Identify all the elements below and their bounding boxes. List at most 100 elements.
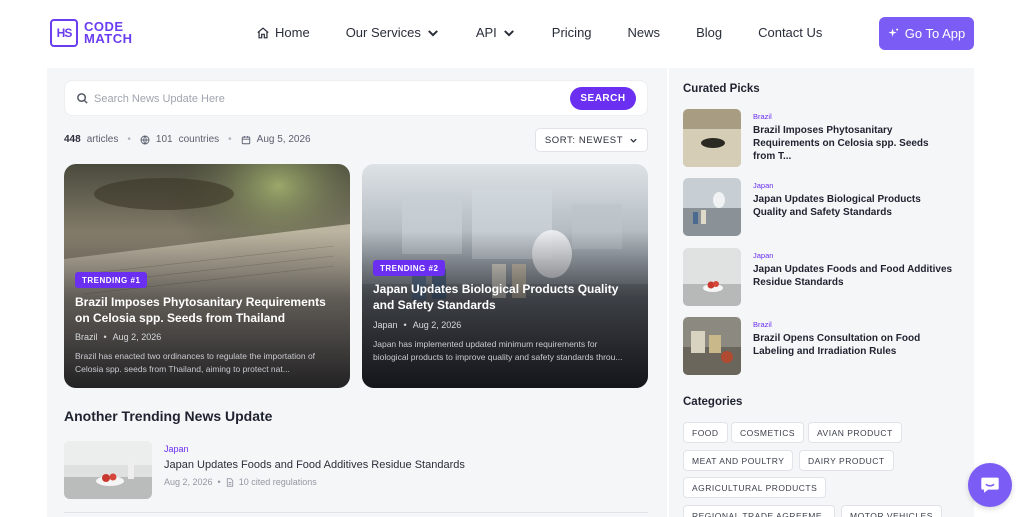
go-to-app-button[interactable]: Go To App <box>879 17 974 50</box>
curated-picks-title: Curated Picks <box>683 83 760 95</box>
pick-title: Japan Updates Foods and Food Additives R… <box>753 264 953 288</box>
kitchen-food-image <box>683 248 741 306</box>
chevron-down-icon <box>630 138 637 143</box>
nav-contact[interactable]: Contact Us <box>758 25 822 40</box>
logo[interactable]: HS CODE MATCH <box>50 19 132 47</box>
chat-button[interactable] <box>968 463 1012 507</box>
articles-label: articles <box>86 134 119 145</box>
category-chip[interactable]: DAIRY PRODUCT <box>799 450 894 471</box>
card-date: Aug 2, 2026 <box>412 320 462 330</box>
nav-contact-label: Contact Us <box>758 25 823 40</box>
logo-mark: HS <box>50 19 78 47</box>
trending-badge: TRENDING #1 <box>75 272 148 288</box>
pick-title: Brazil Imposes Phytosanitary Requirement… <box>753 125 929 162</box>
pick-title: Brazil Opens Consultation on Food Labeli… <box>753 333 921 357</box>
pick-country: Japan <box>753 251 774 260</box>
logo-text: CODE MATCH <box>84 20 133 46</box>
laboratory-image <box>683 178 741 236</box>
list-item-cited: 10 cited regulations <box>238 477 317 487</box>
stats-date: Aug 5, 2026 <box>256 134 311 145</box>
curated-pick[interactable]: Brazil Brazil Opens Consultation on Food… <box>683 317 963 375</box>
list-item-title[interactable]: Japan Updates Foods and Food Additives R… <box>164 459 465 471</box>
card-country: Japan <box>373 320 398 330</box>
globe-icon <box>140 135 150 144</box>
main-nav: Home Our Services API Pricing News Blog … <box>256 25 858 40</box>
nav-services[interactable]: Our Services <box>346 25 440 40</box>
food-labeling-image <box>683 317 741 375</box>
separator-dot: • <box>228 134 232 145</box>
sort-label: SORT: NEWEST <box>544 134 624 146</box>
countries-count: 101 <box>155 134 173 145</box>
home-icon <box>257 26 269 38</box>
pick-country: Brazil <box>753 112 772 121</box>
card-date: Aug 2, 2026 <box>112 332 162 342</box>
nav-blog-label: Blog <box>696 25 723 40</box>
list-item-date: Aug 2, 2026 <box>164 477 213 487</box>
category-chip[interactable]: REGIONAL TRADE AGREEME... <box>683 505 835 517</box>
search-button[interactable]: SEARCH <box>570 87 636 110</box>
sparkle-icon <box>888 28 898 37</box>
nav-api-label: API <box>475 25 497 40</box>
nav-home[interactable]: Home <box>256 25 310 40</box>
sidebar-panel: Curated Picks Brazil Brazil Imposes Phyt… <box>669 68 974 517</box>
logo-line-2: MATCH <box>84 31 133 46</box>
trending-card-title: Brazil Imposes Phytosanitary Requirement… <box>75 295 326 325</box>
nav-blog[interactable]: Blog <box>696 25 722 40</box>
nav-api[interactable]: API <box>476 25 516 40</box>
list-item-thumbnail[interactable] <box>64 441 152 499</box>
list-item-country: Japan <box>164 444 189 454</box>
search-icon <box>77 93 88 104</box>
countries-label: countries <box>178 134 220 145</box>
trending-card-1[interactable]: TRENDING #1 Brazil Imposes Phytosanitary… <box>64 164 350 388</box>
list-item-meta: Aug 2, 2026 • 10 cited regulations <box>164 477 317 487</box>
pick-country: Japan <box>753 181 774 190</box>
search-bar: SEARCH <box>64 80 648 116</box>
site-header: HS CODE MATCH Home Our Services API Pric… <box>0 0 1024 68</box>
list-divider <box>64 512 648 513</box>
category-chip[interactable]: MEAT AND POULTRY <box>683 450 794 471</box>
nav-pricing[interactable]: Pricing <box>552 25 592 40</box>
pick-thumbnail <box>683 109 741 167</box>
curated-pick[interactable]: Brazil Brazil Imposes Phytosanitary Requ… <box>683 109 963 167</box>
nav-news[interactable]: News <box>628 25 661 40</box>
search-input[interactable] <box>94 90 564 108</box>
separator-dot: • <box>217 477 221 487</box>
category-chip[interactable]: AVIAN PRODUCT <box>808 422 902 443</box>
chevron-down-icon <box>503 29 514 36</box>
pick-thumbnail <box>683 178 741 236</box>
separator-dot: • <box>403 320 407 330</box>
curated-pick[interactable]: Japan Japan Updates Foods and Food Addit… <box>683 248 963 306</box>
separator-dot: • <box>103 332 107 342</box>
categories-title: Categories <box>683 396 743 408</box>
card-country: Brazil <box>75 332 98 342</box>
trending-card-2[interactable]: TRENDING #2 Japan Updates Biological Pro… <box>362 164 648 388</box>
curated-pick[interactable]: Japan Japan Updates Biological Products … <box>683 178 963 236</box>
category-chip[interactable]: MOTOR VEHICLES <box>841 505 942 517</box>
news-stats: 448 articles • 101 countries • Aug 5, 20… <box>64 134 311 145</box>
trending-card-excerpt: Brazil has enacted two ordinances to reg… <box>75 351 316 374</box>
calendar-icon <box>241 135 250 144</box>
trending-card-meta: Brazil • Aug 2, 2026 <box>75 332 161 342</box>
category-chip[interactable]: FOOD <box>683 422 728 443</box>
nav-services-label: Our Services <box>345 25 421 40</box>
document-icon <box>226 477 233 487</box>
articles-count: 448 <box>64 134 81 145</box>
category-chip[interactable]: AGRICULTURAL PRODUCTS <box>683 477 827 498</box>
category-chip[interactable]: COSMETICS <box>731 422 805 443</box>
another-trending-title: Another Trending News Update <box>64 408 273 424</box>
go-to-app-label: Go To App <box>904 26 966 41</box>
trending-card-excerpt: Japan has implemented updated minimum re… <box>373 339 623 362</box>
nav-news-label: News <box>627 25 661 40</box>
kitchen-food-image <box>64 441 152 499</box>
trending-card-meta: Japan • Aug 2, 2026 <box>373 320 461 330</box>
sort-dropdown[interactable]: SORT: NEWEST <box>535 128 648 152</box>
pick-title: Japan Updates Biological Products Qualit… <box>753 194 921 218</box>
chat-bubble-icon <box>981 477 999 493</box>
seeds-image <box>683 109 741 167</box>
nav-home-label: Home <box>275 25 310 40</box>
chevron-down-icon <box>427 29 438 36</box>
trending-badge: TRENDING #2 <box>373 260 446 276</box>
separator-dot: • <box>127 134 131 145</box>
pick-thumbnail <box>683 248 741 306</box>
nav-pricing-label: Pricing <box>551 25 592 40</box>
